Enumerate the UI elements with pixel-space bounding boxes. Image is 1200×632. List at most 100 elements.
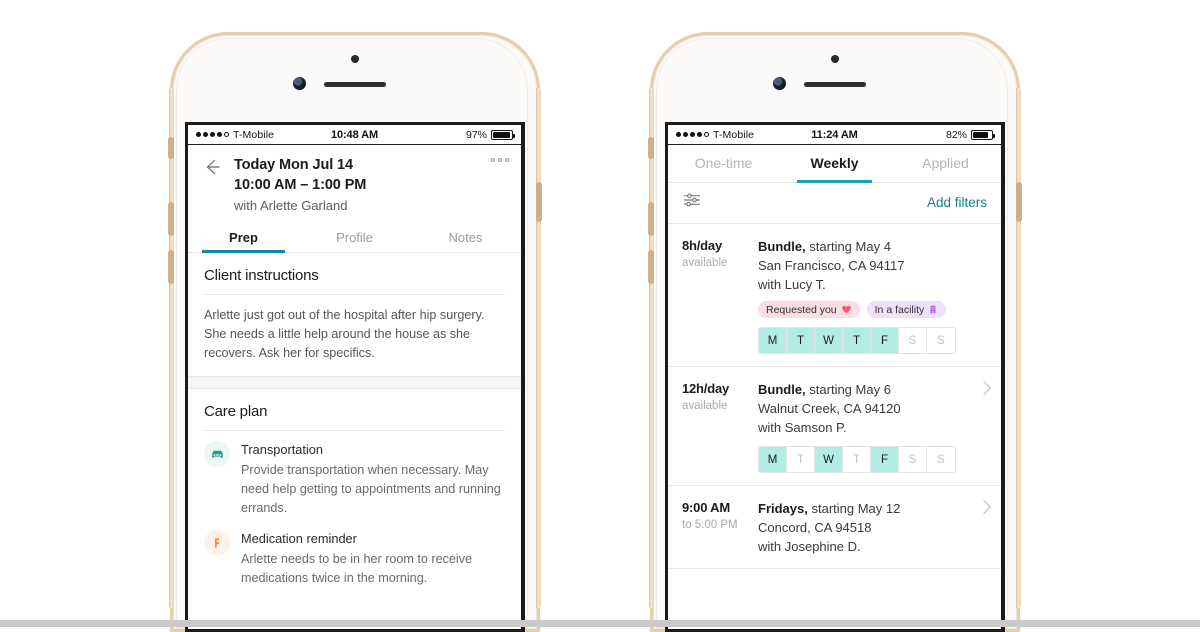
- job-title-rest: starting May 6: [805, 382, 891, 397]
- screen-content-right[interactable]: T-Mobile 11:24 AM 82% One-time Weekly Ap…: [668, 125, 1001, 629]
- client-instructions-title: Client instructions: [204, 267, 319, 284]
- back-arrow-icon[interactable]: [200, 155, 224, 179]
- add-filters-button[interactable]: Add filters: [927, 195, 987, 210]
- sliders-icon[interactable]: [682, 190, 702, 215]
- job-type-tabs: One-time Weekly Applied: [668, 145, 1001, 183]
- day-pill-mon[interactable]: M: [759, 447, 787, 472]
- day-pill-sun[interactable]: S: [927, 447, 955, 472]
- care-plan-item-name: Medication reminder: [241, 531, 357, 546]
- heart-icon: [841, 305, 851, 314]
- job-availability: to 5:00 PM: [682, 519, 738, 531]
- client-instructions-body: Arlette just got out of the hospital aft…: [204, 308, 485, 360]
- day-pill-mon[interactable]: M: [759, 328, 787, 353]
- job-location: Concord, CA 94518: [758, 520, 872, 535]
- job-list-item[interactable]: 12h/day available Bundle, starting May 6…: [668, 367, 1001, 486]
- car-icon: [204, 441, 230, 467]
- job-duration: 8h/day: [682, 238, 722, 253]
- filter-bar: Add filters: [668, 183, 1001, 224]
- carrier-label: T-Mobile: [233, 128, 275, 141]
- job-duration: 12h/day: [682, 381, 730, 396]
- appointment-time-range: 10:00 AM – 1:00 PM: [234, 177, 367, 193]
- screenshot-stage: T-Mobile 10:48 AM 97% Today Mon Jul 14 1…: [0, 0, 1200, 632]
- day-pill-tue[interactable]: T: [787, 328, 815, 353]
- earpiece-speaker: [324, 82, 386, 87]
- appointment-client: with Arlette Garland: [234, 198, 348, 213]
- silence-switch[interactable]: [168, 137, 174, 159]
- job-availability: available: [682, 400, 728, 412]
- day-pill-sun[interactable]: S: [927, 328, 955, 353]
- job-duration: 9:00 AM: [682, 500, 730, 515]
- signal-strength-icon: [676, 132, 709, 137]
- job-client: with Josephine D.: [758, 539, 861, 554]
- phone-side-band-left: [649, 88, 654, 608]
- day-pill-tue[interactable]: T: [787, 447, 815, 472]
- phone-screen-left: T-Mobile 10:48 AM 97% Today Mon Jul 14 1…: [185, 122, 525, 632]
- battery-percent-label: 82%: [946, 128, 968, 141]
- job-title-rest: starting May 4: [805, 239, 891, 254]
- status-bar: T-Mobile 11:24 AM 82%: [668, 125, 1001, 145]
- job-location: San Francisco, CA 94117: [758, 258, 905, 273]
- status-bar-left: T-Mobile: [676, 129, 811, 141]
- day-pill-wed[interactable]: W: [815, 328, 843, 353]
- medication-icon: [204, 530, 230, 556]
- job-title: Fridays, starting May 12: [758, 499, 969, 518]
- job-title-rest: starting May 12: [807, 501, 901, 516]
- section-separator: [188, 376, 521, 389]
- screen-content-left[interactable]: T-Mobile 10:48 AM 97% Today Mon Jul 14 1…: [188, 125, 521, 629]
- day-pill-thu[interactable]: T: [843, 447, 871, 472]
- phone-screen-right: T-Mobile 11:24 AM 82% One-time Weekly Ap…: [665, 122, 1005, 632]
- carrier-label: T-Mobile: [713, 128, 755, 141]
- day-pill-fri[interactable]: F: [871, 328, 899, 353]
- tab-prep[interactable]: Prep: [188, 224, 299, 253]
- tab-weekly[interactable]: Weekly: [779, 145, 890, 183]
- volume-up-button[interactable]: [648, 202, 654, 236]
- job-list-item[interactable]: 8h/day available Bundle, starting May 4 …: [668, 224, 1001, 367]
- battery-icon: [971, 129, 996, 140]
- job-details: Fridays, starting May 12 Concord, CA 945…: [758, 499, 987, 556]
- clock-label: 10:48 AM: [330, 128, 379, 141]
- phone-left: T-Mobile 10:48 AM 97% Today Mon Jul 14 1…: [168, 32, 542, 632]
- day-pill-sat[interactable]: S: [899, 328, 927, 353]
- care-plan-item-text: Medication reminder Arlette needs to be …: [241, 530, 505, 588]
- signal-strength-icon: [196, 132, 229, 137]
- job-title-bold: Fridays,: [758, 501, 808, 516]
- more-options-icon[interactable]: [491, 158, 509, 162]
- phone-side-band-right: [1016, 88, 1021, 608]
- job-client: with Samson P.: [758, 420, 847, 435]
- proximity-sensor: [831, 55, 839, 63]
- tab-one-time[interactable]: One-time: [668, 145, 779, 182]
- tab-profile[interactable]: Profile: [299, 224, 410, 252]
- care-plan-section: Care plan Transportation Provide transpo…: [188, 389, 521, 590]
- day-pill-wed[interactable]: W: [815, 447, 843, 472]
- status-badge-in-a-facility: In a facility: [866, 301, 947, 318]
- appointment-header: Today Mon Jul 14 10:00 AM – 1:00 PM with…: [188, 145, 521, 216]
- job-duration-block: 8h/day available: [682, 237, 758, 354]
- day-pill-thu[interactable]: T: [843, 328, 871, 353]
- proximity-sensor: [351, 55, 359, 63]
- badge-label: Requested you: [766, 303, 837, 316]
- volume-up-button[interactable]: [168, 202, 174, 236]
- job-duration-block: 9:00 AM to 5:00 PM: [682, 499, 758, 556]
- tab-applied[interactable]: Applied: [890, 145, 1001, 182]
- job-availability: available: [682, 257, 728, 269]
- day-pill-fri[interactable]: F: [871, 447, 899, 472]
- power-button[interactable]: [1016, 182, 1022, 222]
- page-title: Today Mon Jul 14: [234, 157, 353, 173]
- tab-notes[interactable]: Notes: [410, 224, 521, 252]
- day-pill-sat[interactable]: S: [899, 447, 927, 472]
- earpiece-speaker: [804, 82, 866, 87]
- volume-down-button[interactable]: [168, 250, 174, 284]
- care-plan-item: Medication reminder Arlette needs to be …: [204, 520, 505, 590]
- status-bar-right: 97%: [378, 129, 515, 141]
- phone-side-band-left: [169, 88, 174, 608]
- client-instructions-section: Client instructions Arlette just got out…: [188, 253, 521, 376]
- silence-switch[interactable]: [648, 137, 654, 159]
- care-plan-item-description: Provide transportation when necessary. M…: [241, 463, 501, 515]
- power-button[interactable]: [536, 182, 542, 222]
- job-list-item[interactable]: 9:00 AM to 5:00 PM Fridays, starting May…: [668, 486, 1001, 569]
- care-plan-item-text: Transportation Provide transportation wh…: [241, 441, 505, 518]
- volume-down-button[interactable]: [648, 250, 654, 284]
- front-camera: [293, 77, 306, 90]
- day-selector: M T W T F S S: [758, 446, 956, 473]
- job-duration-block: 12h/day available: [682, 380, 758, 473]
